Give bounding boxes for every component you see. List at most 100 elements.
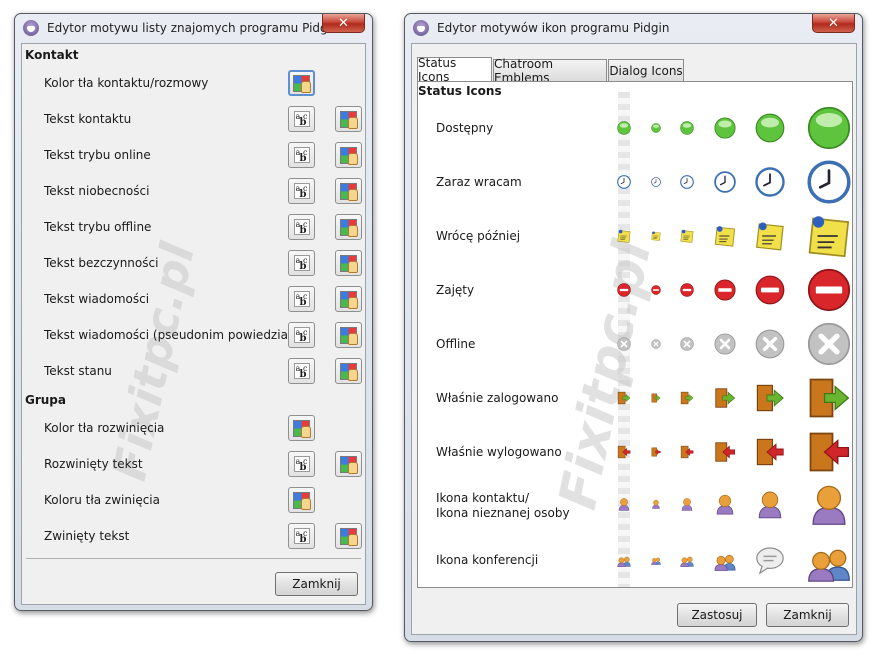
color-palette-icon: [293, 74, 311, 93]
font-icon: acb: [293, 291, 310, 308]
extended-away-note-icon: [756, 222, 784, 251]
available-icon: [755, 113, 785, 143]
font-icon: acb: [293, 219, 310, 236]
person-icon: [618, 498, 630, 511]
row-label: Tekst wiadomości: [44, 292, 150, 306]
busy-icon: [651, 285, 661, 295]
tab-dialog-icons[interactable]: Dialog Icons: [608, 59, 684, 81]
color-button[interactable]: [335, 358, 362, 384]
window-title: Edytor motywu listy znajomych programu P…: [47, 21, 339, 35]
apply-button[interactable]: Zastosuj: [677, 603, 757, 627]
extended-away-note-icon: [651, 231, 661, 241]
away-clock-icon: [651, 177, 661, 187]
busy-icon: [714, 279, 736, 301]
font-button[interactable]: acb: [288, 523, 315, 549]
color-palette-icon: [340, 527, 358, 546]
color-button[interactable]: [335, 214, 362, 240]
color-button[interactable]: [335, 178, 362, 204]
log-in-door-icon: [715, 388, 736, 408]
row-label: Tekst niobecności: [44, 184, 150, 198]
color-button[interactable]: [288, 415, 315, 441]
away-clock-icon: [714, 171, 736, 193]
person-icon: [681, 498, 693, 511]
row-label: Rozwinięty tekst: [44, 457, 143, 471]
font-icon: acb: [293, 327, 310, 344]
font-icon: acb: [293, 456, 310, 473]
offline-icon: [755, 329, 785, 359]
title-bar[interactable]: Edytor motywów ikon programu Pidgin: [405, 14, 862, 42]
font-icon: acb: [293, 111, 310, 128]
font-button[interactable]: acb: [288, 358, 315, 384]
buddy-theme-editor-window: Edytor motywu listy znajomych programu P…: [14, 13, 373, 611]
conference-icon: [617, 556, 631, 567]
extended-away-note-icon: [714, 226, 736, 247]
font-icon: acb: [293, 528, 310, 545]
tab-chatroom-emblems[interactable]: Chatroom Emblems: [493, 57, 607, 85]
available-icon: [680, 121, 694, 135]
log-out-door-icon: [715, 442, 736, 462]
watermark: Fixitpc.pl: [102, 238, 205, 486]
color-palette-icon: [340, 455, 358, 474]
tab-status-icons[interactable]: Status Icons: [417, 56, 492, 84]
window-title: Edytor motywów ikon programu Pidgin: [437, 21, 670, 35]
log-in-door-icon: [680, 391, 694, 405]
font-button[interactable]: acb: [288, 142, 315, 168]
font-button[interactable]: acb: [288, 106, 315, 132]
log-in-door-icon: [756, 384, 784, 412]
window-close-button[interactable]: ✕: [322, 14, 365, 33]
status-icon-grid: [418, 82, 854, 587]
row-label: Tekst wiadomości (pseudonim powiedział): [44, 328, 297, 342]
conference-chat-bubble-icon: [756, 547, 784, 575]
color-button[interactable]: [335, 106, 362, 132]
log-out-door-icon: [809, 432, 850, 472]
conference-icon: [651, 557, 661, 565]
extended-away-note-icon: [680, 229, 694, 243]
pidgin-app-icon: [413, 20, 429, 36]
log-out-door-icon: [617, 445, 631, 459]
color-button[interactable]: [335, 286, 362, 312]
offline-icon: [680, 337, 694, 351]
color-button[interactable]: [335, 250, 362, 276]
row-label: Tekst bezczynności: [44, 256, 159, 270]
row-label: Tekst kontaktu: [44, 112, 132, 126]
tab-panel-status-icons: Status Icons Fixitpc.pl Dostępny Zaraz w…: [417, 81, 853, 588]
close-button[interactable]: Zamknij: [275, 572, 358, 596]
font-button[interactable]: acb: [288, 451, 315, 477]
title-bar[interactable]: Edytor motywu listy znajomych programu P…: [15, 14, 372, 42]
log-out-door-icon: [651, 447, 661, 457]
color-palette-icon: [340, 182, 358, 201]
close-button[interactable]: Zamknij: [766, 603, 849, 627]
available-icon: [617, 121, 631, 135]
color-button[interactable]: [335, 142, 362, 168]
busy-icon: [680, 283, 694, 297]
row-label: Kolor tła rozwinięcia: [44, 421, 165, 435]
font-button[interactable]: acb: [288, 178, 315, 204]
color-button[interactable]: [288, 487, 315, 513]
person-icon: [652, 499, 660, 509]
offline-icon: [714, 333, 736, 355]
font-button[interactable]: acb: [288, 250, 315, 276]
window-close-button[interactable]: ✕: [812, 14, 855, 33]
log-in-door-icon: [651, 393, 661, 403]
color-button[interactable]: [335, 451, 362, 477]
log-in-door-icon: [617, 391, 631, 405]
font-button[interactable]: acb: [288, 214, 315, 240]
available-icon: [651, 123, 661, 133]
away-clock-icon: [617, 175, 631, 189]
color-button[interactable]: [335, 523, 362, 549]
busy-icon: [807, 268, 851, 312]
color-button[interactable]: [288, 70, 315, 96]
color-button[interactable]: [335, 322, 362, 348]
font-icon: acb: [293, 363, 310, 380]
color-palette-icon: [340, 110, 358, 129]
away-clock-icon: [755, 167, 785, 197]
font-button[interactable]: acb: [288, 322, 315, 348]
log-out-door-icon: [680, 445, 694, 459]
font-button[interactable]: acb: [288, 286, 315, 312]
row-label: Tekst stanu: [44, 364, 112, 378]
conference-icon: [714, 554, 736, 571]
row-label: Koloru tła zwinięcia: [44, 493, 160, 507]
section-heading-group: Grupa: [25, 393, 66, 407]
offline-icon: [807, 322, 851, 366]
extended-away-note-icon: [808, 216, 850, 258]
